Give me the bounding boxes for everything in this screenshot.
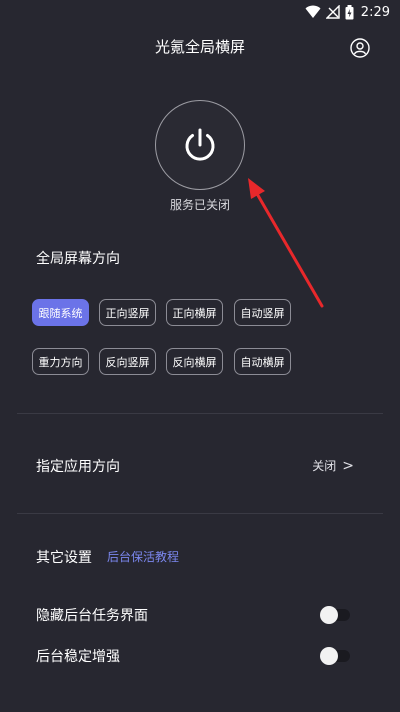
divider (17, 413, 383, 414)
other-settings-title: 其它设置 (36, 550, 92, 566)
chip-landscape[interactable]: 正向横屏 (166, 299, 223, 326)
app-orientation-value[interactable]: 关闭 > (312, 457, 354, 474)
hide-recents-label: 隐藏后台任务界面 (36, 608, 148, 624)
chip-reverse-landscape[interactable]: 反向横屏 (166, 348, 223, 375)
stability-label: 后台稳定增强 (36, 649, 120, 665)
chip-label: 跟随系统 (38, 306, 83, 320)
keep-alive-tutorial-link[interactable]: 后台保活教程 (107, 548, 179, 565)
profile-icon (350, 38, 370, 58)
app-orientation-label[interactable]: 指定应用方向 (36, 456, 120, 476)
chip-label: 反向竖屏 (105, 355, 150, 369)
chip-auto-portrait[interactable]: 自动竖屏 (234, 299, 291, 326)
chip-label: 自动竖屏 (240, 306, 285, 320)
toggle-knob (320, 606, 338, 624)
stability-toggle[interactable] (320, 647, 350, 665)
page-title: 光氪全局横屏 (154, 38, 245, 56)
wifi-icon (305, 5, 321, 18)
divider (17, 513, 383, 514)
status-time: 2:29 (360, 4, 390, 20)
chip-follow-system[interactable]: 跟随系统 (32, 299, 89, 326)
chip-label: 重力方向 (38, 355, 83, 369)
power-icon (185, 128, 215, 161)
toggle-knob (320, 647, 338, 665)
battery-icon (345, 4, 354, 19)
chip-auto-landscape[interactable]: 自动横屏 (234, 348, 291, 375)
status-icons: 2:29 (305, 3, 390, 21)
chip-reverse-portrait[interactable]: 反向竖屏 (99, 348, 156, 375)
chip-portrait[interactable]: 正向竖屏 (99, 299, 156, 326)
status-bar: 2:29 (0, 0, 400, 24)
hide-recents-toggle[interactable] (320, 606, 350, 624)
chip-gravity[interactable]: 重力方向 (32, 348, 89, 375)
power-button[interactable] (155, 100, 245, 190)
chip-label: 正向横屏 (172, 306, 217, 320)
chip-label: 反向横屏 (172, 355, 217, 369)
chevron-right-icon: > (342, 457, 354, 474)
chip-label: 自动横屏 (240, 355, 285, 369)
chip-label: 正向竖屏 (105, 306, 150, 320)
signal-icon (325, 5, 340, 19)
screen: 2:29 光氪全局横屏 服务已关闭 全局屏幕方向 跟随系统 正向竖屏 正向横屏 … (0, 0, 400, 712)
app-orientation-status: 关闭 (312, 459, 337, 473)
profile-button[interactable] (350, 38, 370, 58)
orientation-section-title: 全局屏幕方向 (36, 251, 120, 267)
service-status: 服务已关闭 (169, 198, 230, 212)
